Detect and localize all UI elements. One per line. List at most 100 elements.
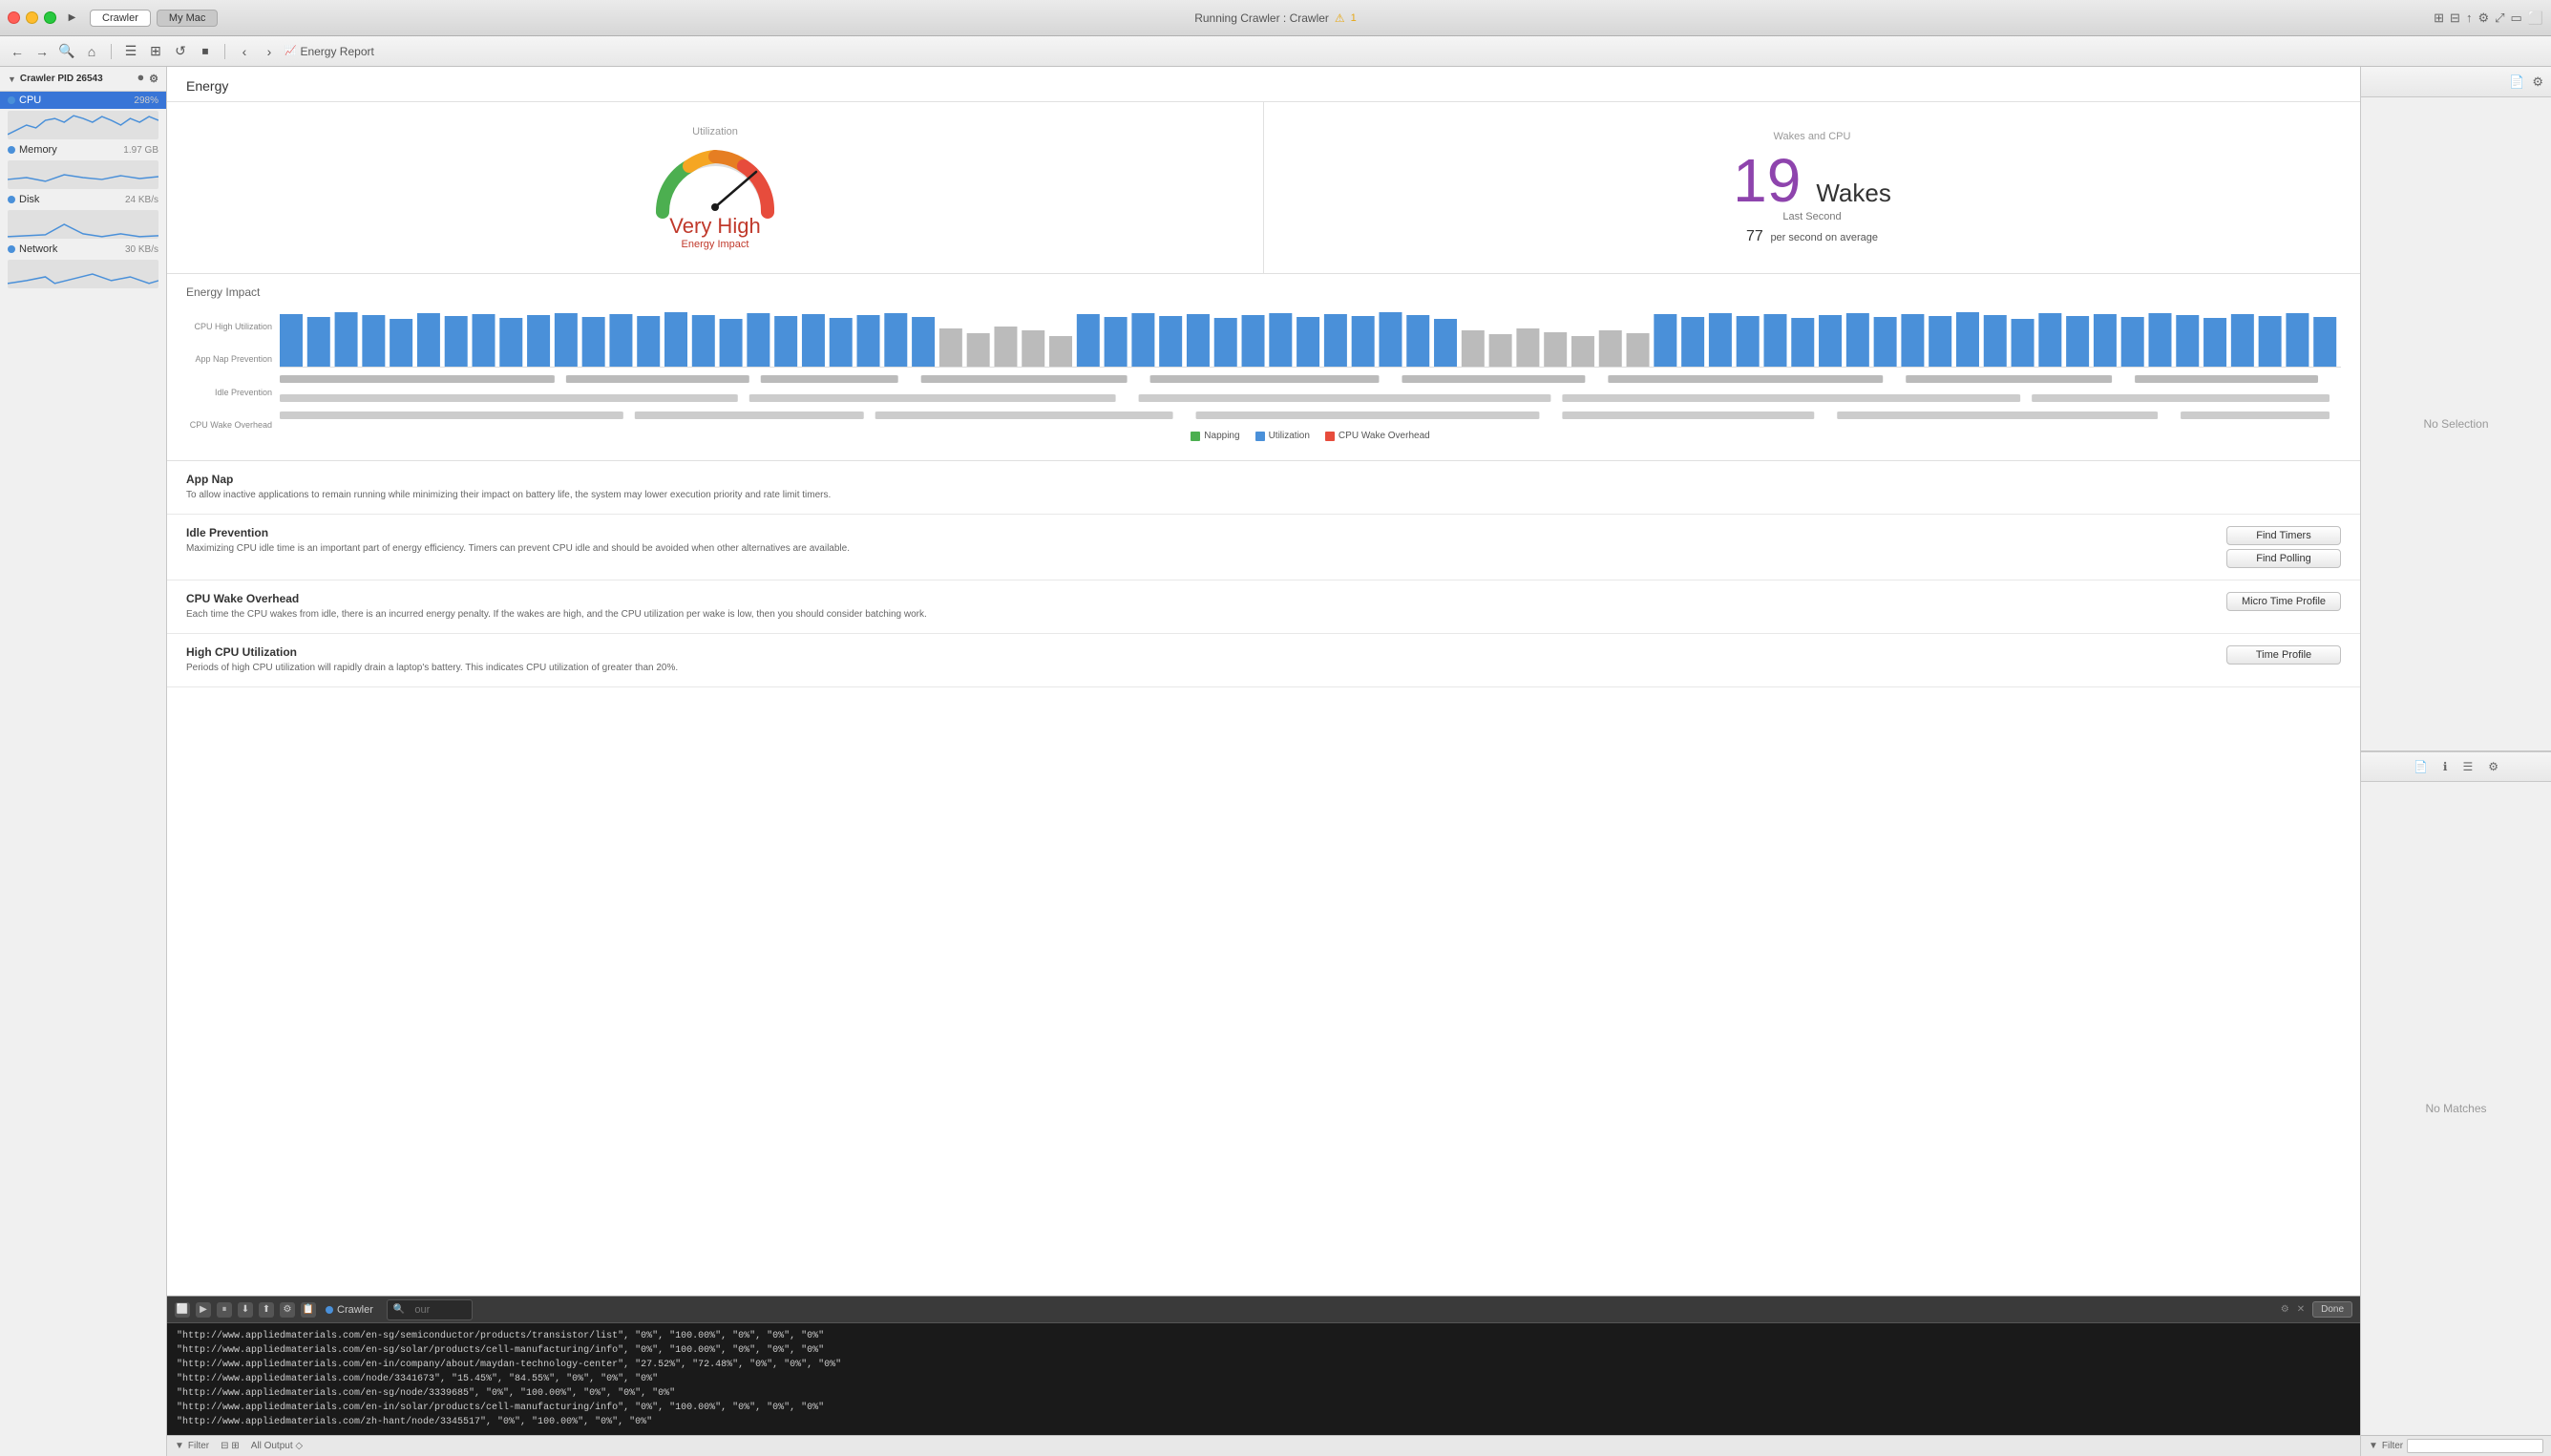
terminal-btn5[interactable]: ⬆ xyxy=(259,1302,274,1318)
fullscreen-button[interactable] xyxy=(44,11,56,24)
content-spacer xyxy=(167,687,2360,1296)
app-nap-title: App Nap xyxy=(186,473,2322,486)
right-panel-gear-icon[interactable]: ⚙ xyxy=(2532,74,2543,90)
sidebar-item-cpu[interactable]: CPU 298% xyxy=(0,92,166,109)
nav-forward[interactable]: › xyxy=(260,42,279,61)
find-timers-button[interactable]: Find Timers xyxy=(2226,526,2341,545)
chart-bars-area: Napping Utilization CPU Wake Overhead xyxy=(280,310,2341,441)
label-cpu-high: CPU High Utilization xyxy=(186,322,272,331)
right-filter-bar: ▼ Filter xyxy=(2361,1435,2551,1456)
panel-icon[interactable]: ▭ xyxy=(2511,11,2522,26)
terminal-btn4[interactable]: ⬇ xyxy=(238,1302,253,1318)
back-button[interactable]: ← xyxy=(8,42,27,61)
right-panel-no-selection: No Selection xyxy=(2361,97,2551,750)
energy-title: Energy xyxy=(186,78,228,94)
right-bottom-info-icon[interactable]: ℹ xyxy=(2443,760,2448,773)
idle-prevention-section: Idle Prevention Maximizing CPU idle time… xyxy=(167,515,2360,580)
cpu-wake-title: CPU Wake Overhead xyxy=(186,592,2207,605)
sidebar-item-disk[interactable]: Disk 24 KB/s xyxy=(0,191,166,208)
terminal-btn7[interactable]: 📋 xyxy=(301,1302,316,1318)
utilization-section: Utilization xyxy=(167,102,1264,273)
wakes-number: 19 xyxy=(1733,150,1801,211)
right-filter-input[interactable] xyxy=(2407,1439,2543,1453)
expand-icon[interactable]: ⬜ xyxy=(2528,11,2543,26)
right-bottom-doc-icon[interactable]: 📄 xyxy=(2414,760,2428,773)
stop-button[interactable]: ⏹ xyxy=(196,42,215,61)
label-idle: Idle Prevention xyxy=(186,388,272,397)
filter-icon[interactable]: ▼ xyxy=(175,1441,184,1451)
sidebar-cpu-value: 298% xyxy=(134,95,158,106)
terminal-search-input[interactable] xyxy=(409,1302,466,1318)
wakes-avg-number: 77 xyxy=(1746,228,1763,244)
terminal-btn1[interactable]: ⬜ xyxy=(175,1302,190,1318)
grid-view-button[interactable]: ⊞ xyxy=(146,42,165,61)
napping-dot xyxy=(1191,432,1200,441)
terminal-line-4: "http://www.appliedmaterials.com/node/33… xyxy=(177,1372,2351,1386)
filter-button[interactable]: ⌂ xyxy=(82,42,101,61)
titlebar: ▶ Crawler My Mac Running Crawler : Crawl… xyxy=(0,0,2551,36)
sidebar: ▼ Crawler PID 26543 ⏺ ⚙ CPU 298% xyxy=(0,67,167,1456)
share-icon[interactable]: ↑ xyxy=(2466,11,2473,25)
sidebar-cpu-left: CPU xyxy=(8,95,41,106)
app-nap-section: App Nap To allow inactive applications t… xyxy=(167,461,2360,515)
sidebar-memory-value: 1.97 GB xyxy=(123,145,158,156)
forward-button[interactable]: → xyxy=(32,42,52,61)
bottom-area: ⬜ ▶ ⏸ ⬇ ⬆ ⚙ 📋 Crawler 🔍 xyxy=(167,1296,2360,1456)
sidebar-disk-value: 24 KB/s xyxy=(125,195,158,205)
zoom-icon[interactable]: ⤢ xyxy=(2495,11,2504,26)
sidebar-disk-left: Disk xyxy=(8,194,39,205)
high-cpu-title: High CPU Utilization xyxy=(186,645,2207,659)
terminal-btn6[interactable]: ⚙ xyxy=(280,1302,295,1318)
refresh-button[interactable]: ↺ xyxy=(171,42,190,61)
find-polling-button[interactable]: Find Polling xyxy=(2226,549,2341,568)
view-toggle-icon[interactable]: ⊟ xyxy=(2450,11,2460,26)
terminal-process-dot xyxy=(326,1306,333,1314)
sidebar-icon1[interactable]: ⏺ xyxy=(138,73,144,85)
terminal-line-5: "http://www.appliedmaterials.com/en-sg/n… xyxy=(177,1386,2351,1401)
terminal-btn3[interactable]: ⏸ xyxy=(217,1302,232,1318)
list-view-button[interactable]: ☰ xyxy=(121,42,140,61)
right-filter-icon[interactable]: ▼ xyxy=(2369,1441,2378,1451)
terminal-done-button[interactable]: Done xyxy=(2312,1301,2352,1318)
run-button[interactable]: ▶ xyxy=(66,11,78,24)
minimize-button[interactable] xyxy=(26,11,38,24)
terminal-line-6: "http://www.appliedmaterials.com/en-in/s… xyxy=(177,1401,2351,1415)
nav-back[interactable]: ‹ xyxy=(235,42,254,61)
terminal-settings-icon[interactable]: ⚙ xyxy=(2281,1304,2289,1315)
toolbar-separator-2 xyxy=(224,44,225,59)
close-button[interactable] xyxy=(8,11,20,24)
disk-graph xyxy=(8,210,158,239)
sidebar-item-network[interactable]: Network 30 KB/s xyxy=(0,241,166,258)
search-button[interactable]: 🔍 xyxy=(57,42,76,61)
filter-label: Filter xyxy=(188,1441,209,1451)
cpu-wake-label: CPU Wake Overhead xyxy=(1339,431,1430,441)
bar-chart-svg xyxy=(280,309,2341,367)
row-bars xyxy=(280,373,2341,421)
right-panel-doc-icon[interactable]: 📄 xyxy=(2509,74,2524,90)
high-cpu-text: High CPU Utilization Periods of high CPU… xyxy=(186,645,2207,675)
time-profile-button[interactable]: Time Profile xyxy=(2226,645,2341,665)
breadcrumb: 📈 Energy Report xyxy=(285,45,374,58)
settings-icon[interactable]: ⚙ xyxy=(2477,11,2489,26)
tab-mymac[interactable]: My Mac xyxy=(157,10,219,27)
memory-graph xyxy=(8,160,158,189)
terminal-clear-icon[interactable]: ✕ xyxy=(2297,1304,2305,1315)
metrics-row: Utilization xyxy=(167,102,2360,274)
energy-header: Energy xyxy=(167,67,2360,102)
sidebar-toggle-icon[interactable]: ⊞ xyxy=(2434,11,2444,26)
terminal-search-container: 🔍 xyxy=(387,1299,473,1320)
network-indicator xyxy=(8,245,15,253)
sidebar-item-memory[interactable]: Memory 1.97 GB xyxy=(0,141,166,158)
right-bottom-settings-icon[interactable]: ⚙ xyxy=(2488,760,2498,773)
warning-count: 1 xyxy=(1351,12,1357,24)
tab-crawler[interactable]: Crawler xyxy=(90,10,151,27)
chart-labels: CPU High Utilization App Nap Prevention … xyxy=(186,310,272,441)
micro-time-profile-button[interactable]: Micro Time Profile xyxy=(2226,592,2341,611)
terminal-btn2[interactable]: ▶ xyxy=(196,1302,211,1318)
idle-prevention-text: Idle Prevention Maximizing CPU idle time… xyxy=(186,526,2207,556)
right-bottom-list-icon[interactable]: ☰ xyxy=(2462,760,2473,773)
breadcrumb-icon: 📈 xyxy=(285,46,296,56)
sidebar-icon2[interactable]: ⚙ xyxy=(149,73,158,85)
wakes-section: Wakes and CPU 19 Wakes Last Second 77 pe… xyxy=(1264,102,2360,273)
utilization-legend-label: Utilization xyxy=(1269,431,1310,441)
